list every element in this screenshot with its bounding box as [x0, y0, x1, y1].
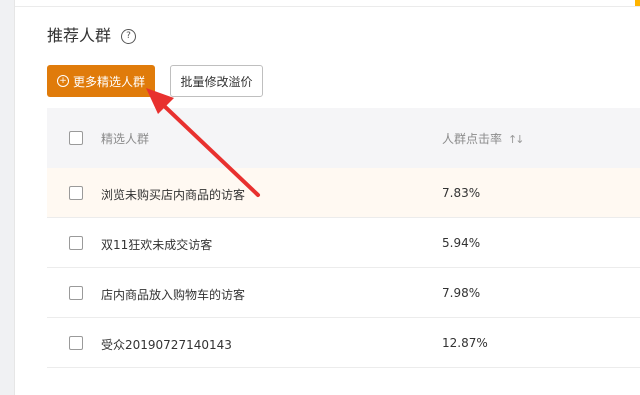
more-audience-label: 更多精选人群 [72, 74, 145, 89]
column-header-name: 精选人群 [101, 132, 150, 146]
audience-name: 双11狂欢未成交访客 [101, 238, 213, 252]
row-checkbox[interactable] [69, 236, 83, 250]
click-rate: 7.83% [442, 186, 481, 200]
click-rate: 5.94% [442, 236, 481, 250]
row-checkbox[interactable] [69, 336, 83, 350]
table-row[interactable]: 浏览未购买店内商品的访客 7.83% [47, 168, 640, 218]
column-header-rate-label: 人群点击率 [442, 132, 503, 146]
section-title: 推荐人群 [47, 26, 112, 45]
row-checkbox[interactable] [69, 186, 83, 200]
table-row[interactable]: 双11狂欢未成交访客 5.94% [47, 218, 640, 268]
table-row[interactable]: 店内商品放入购物车的访客 7.98% [47, 268, 640, 318]
table-row[interactable]: 受众20190727140143 12.87% [47, 318, 640, 368]
recommended-audience-panel: 推荐人群 ? + 更多精选人群 批量修改溢价 精选人群 人群点击率 ↑↓ 浏览未购… [14, 0, 640, 395]
click-rate: 7.98% [442, 286, 481, 300]
left-sidebar-strip [0, 0, 14, 395]
plus-circle-icon: + [56, 75, 69, 87]
corner-marker [635, 0, 640, 6]
audience-name: 浏览未购买店内商品的访客 [101, 188, 246, 202]
select-all-checkbox[interactable] [69, 131, 83, 145]
more-audience-button[interactable]: + 更多精选人群 [47, 65, 155, 97]
table-header: 精选人群 人群点击率 ↑↓ [47, 108, 640, 168]
help-icon[interactable]: ? [121, 29, 136, 44]
batch-edit-premium-button[interactable]: 批量修改溢价 [170, 65, 263, 97]
audience-name: 受众20190727140143 [101, 338, 232, 352]
row-checkbox[interactable] [69, 286, 83, 300]
column-header-rate[interactable]: 人群点击率 ↑↓ [442, 130, 525, 147]
top-divider [15, 6, 640, 7]
click-rate: 12.87% [442, 336, 488, 350]
sort-icon[interactable]: ↑↓ [508, 133, 525, 146]
audience-name: 店内商品放入购物车的访客 [101, 288, 246, 302]
audience-table: 精选人群 人群点击率 ↑↓ 浏览未购买店内商品的访客 7.83% 双11狂欢未成交… [47, 108, 640, 368]
